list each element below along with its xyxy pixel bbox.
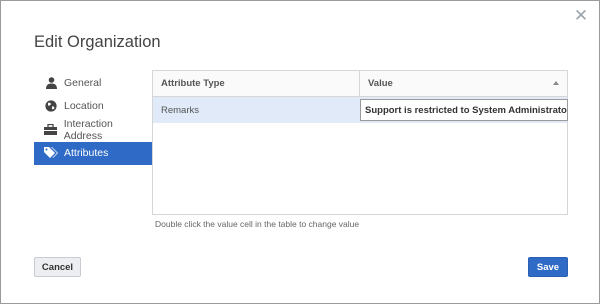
sidebar-nav: General Location Interaction Address Att… <box>34 71 152 165</box>
value-edit-input[interactable] <box>360 99 568 121</box>
tags-icon <box>44 146 58 160</box>
user-icon <box>44 76 58 90</box>
sidebar-item-general[interactable]: General <box>34 71 152 95</box>
cancel-button[interactable]: Cancel <box>34 257 81 277</box>
sidebar-item-label: Location <box>64 100 104 113</box>
column-header-label: Value <box>368 78 393 89</box>
column-header-attribute-type[interactable]: Attribute Type <box>153 71 360 96</box>
sidebar-item-label: Interaction Address <box>63 117 113 142</box>
sidebar-item-label: Attributes <box>64 147 109 160</box>
dialog-title: Edit Organization <box>34 33 161 51</box>
attributes-table: Attribute Type Value Remarks <box>152 70 568 215</box>
table-row[interactable]: Remarks <box>153 97 568 123</box>
sort-ascending-icon[interactable] <box>553 81 559 85</box>
column-header-value[interactable]: Value <box>360 71 567 96</box>
sidebar-item-attributes[interactable]: Attributes <box>34 141 152 165</box>
briefcase-icon <box>44 123 58 137</box>
value-cell[interactable] <box>360 97 568 123</box>
sidebar-item-interaction-address[interactable]: Interaction Address <box>34 118 152 142</box>
close-icon[interactable]: ✕ <box>573 7 589 24</box>
sidebar-item-location[interactable]: Location <box>34 95 152 119</box>
edit-organization-dialog: ✕ Edit Organization General Location Int… <box>0 0 600 304</box>
table-hint-text: Double click the value cell in the table… <box>155 219 360 229</box>
attribute-type-cell: Remarks <box>161 104 200 116</box>
globe-icon <box>44 99 58 113</box>
save-button[interactable]: Save <box>528 257 568 277</box>
sidebar-item-label: General <box>64 76 102 89</box>
table-header: Attribute Type Value <box>153 71 567 97</box>
